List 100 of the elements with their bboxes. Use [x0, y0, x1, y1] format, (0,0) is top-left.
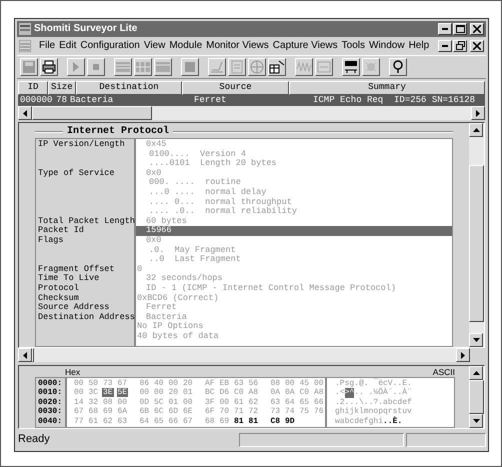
hex-byte[interactable]: C0: [298, 388, 310, 398]
hex-byte[interactable]: 71: [233, 407, 245, 416]
field-value[interactable]: ....0101 Length 20 bytes: [136, 159, 452, 169]
hex-byte[interactable]: 74: [284, 407, 296, 416]
toolbar-button[interactable]: [268, 58, 286, 76]
field-value[interactable]: 60 bytes: [136, 216, 452, 226]
menu-item[interactable]: Help: [406, 40, 432, 50]
packet-row[interactable]: 000000 78 Bacteria Ferret ICMP Echo Req ID=256 SN=16128: [18, 95, 485, 106]
hex-byte[interactable]: 64: [138, 416, 150, 426]
hex-byte[interactable]: AF: [204, 379, 216, 388]
toolbar-button[interactable]: [114, 58, 132, 76]
toolbar-button[interactable]: [134, 58, 152, 76]
close-button[interactable]: [470, 40, 484, 52]
field-value[interactable]: .0. May Fragment: [136, 246, 452, 256]
hex-byte[interactable]: 9D: [284, 416, 296, 426]
hex-byte[interactable]: 62: [248, 398, 260, 407]
hex-byte[interactable]: 69: [218, 416, 230, 426]
field-value[interactable]: ID - 1 (ICMP - Internet Control Message Protocol): [136, 284, 452, 294]
hex-byte[interactable]: 66: [313, 398, 325, 407]
toolbar-button[interactable]: [208, 58, 226, 76]
scroll-left-button[interactable]: [18, 348, 32, 362]
field-value[interactable]: 0x45: [136, 140, 452, 150]
hex-byte[interactable]: C0: [233, 388, 245, 398]
hex-byte[interactable]: 62: [102, 416, 114, 426]
scroll-right-button[interactable]: [471, 106, 485, 120]
hex-byte[interactable]: 68: [88, 407, 100, 416]
hex-byte[interactable]: 6D: [168, 407, 180, 416]
scroll-up-button[interactable]: [469, 123, 483, 137]
menu-item[interactable]: Window: [367, 40, 407, 50]
hex-byte[interactable]: 77: [73, 416, 85, 426]
field-value[interactable]: 0: [136, 264, 452, 274]
scroll-up-button[interactable]: [469, 366, 483, 380]
hex-byte[interactable]: 00: [73, 388, 85, 398]
hex-byte[interactable]: 6B: [138, 407, 150, 416]
toolbar-button[interactable]: [40, 58, 58, 76]
hex-byte[interactable]: 66: [168, 416, 180, 426]
hex-byte[interactable]: 67: [73, 407, 85, 416]
menu-item[interactable]: Module: [167, 40, 204, 50]
hex-byte[interactable]: 86: [138, 379, 150, 388]
scroll-left-button[interactable]: [18, 106, 32, 120]
menu-item[interactable]: Edit: [57, 40, 78, 50]
hex-byte[interactable]: 3F: [204, 398, 216, 407]
hex-byte[interactable]: 00: [313, 379, 325, 388]
menu-item[interactable]: View: [142, 40, 168, 50]
hex-byte[interactable]: 69: [102, 407, 114, 416]
minimize-button[interactable]: [438, 40, 452, 52]
menu-item[interactable]: Capture Views: [270, 40, 340, 50]
field-value[interactable]: .... 0... normal throughput: [136, 198, 452, 208]
hex-byte[interactable]: 01: [182, 388, 194, 398]
field-value[interactable]: ..0 Last Fragment: [136, 255, 452, 265]
field-value[interactable]: 0100.... Version 4: [136, 150, 452, 160]
hex-byte[interactable]: 67: [182, 416, 194, 426]
hex-byte[interactable]: 61: [233, 398, 245, 407]
hex-byte[interactable]: A8: [248, 388, 260, 398]
hex-byte[interactable]: C8: [270, 416, 282, 426]
hex-byte[interactable]: 20: [182, 379, 194, 388]
hex-byte[interactable]: 63: [233, 379, 245, 388]
hex-byte[interactable]: 00: [116, 398, 128, 407]
toolbar-button[interactable]: [20, 58, 38, 76]
hex-byte[interactable]: 5E: [116, 388, 128, 398]
minimize-button[interactable]: [438, 23, 452, 35]
hex-byte[interactable]: 20: [168, 388, 180, 398]
column-header[interactable]: ID: [18, 81, 48, 95]
field-value[interactable]: 32 seconds/hops: [136, 274, 452, 284]
field-value[interactable]: Bacteria: [136, 312, 452, 322]
menu-item[interactable]: Tools: [340, 40, 367, 50]
hex-byte[interactable]: 01: [168, 398, 180, 407]
scrollbar-thumb[interactable]: [32, 348, 34, 362]
column-header[interactable]: Summary: [289, 81, 485, 95]
menu-item[interactable]: File: [37, 40, 58, 50]
hex-byte[interactable]: 70: [218, 407, 230, 416]
hex-byte[interactable]: 32: [88, 398, 100, 407]
hex-byte[interactable]: 67: [116, 379, 128, 388]
scrollbar-thumb[interactable]: [32, 106, 152, 120]
scroll-down-button[interactable]: [469, 333, 483, 347]
hex-byte[interactable]: 56: [248, 379, 260, 388]
hex-byte[interactable]: 6A: [116, 407, 128, 416]
hex-byte[interactable]: 00: [284, 379, 296, 388]
toolbar-button[interactable]: [248, 58, 266, 76]
scroll-right-button[interactable]: [456, 348, 470, 362]
menu-item[interactable]: Monitor Views: [204, 40, 271, 50]
hex-byte[interactable]: 76: [313, 407, 325, 416]
hex-byte[interactable]: 00: [153, 388, 165, 398]
column-header[interactable]: Source: [182, 81, 289, 95]
hex-byte[interactable]: 14: [73, 398, 85, 407]
hex-byte[interactable]: 3C: [88, 388, 100, 398]
hex-byte[interactable]: 3E: [102, 388, 114, 398]
hex-byte[interactable]: 00: [182, 398, 194, 407]
hex-byte[interactable]: 73: [102, 379, 114, 388]
scroll-down-button[interactable]: [469, 414, 483, 428]
menu-item[interactable]: Configuration: [78, 40, 142, 50]
hex-byte[interactable]: 5C: [153, 398, 165, 407]
hex-byte[interactable]: 75: [298, 407, 310, 416]
hex-byte[interactable]: 0D: [138, 398, 150, 407]
hex-byte[interactable]: 40: [153, 379, 165, 388]
field-value[interactable]: No IP Options: [136, 322, 452, 332]
hex-byte[interactable]: 68: [204, 416, 216, 426]
hex-byte[interactable]: 00: [138, 388, 150, 398]
hex-byte[interactable]: 00: [168, 379, 180, 388]
hex-byte[interactable]: 72: [248, 407, 260, 416]
